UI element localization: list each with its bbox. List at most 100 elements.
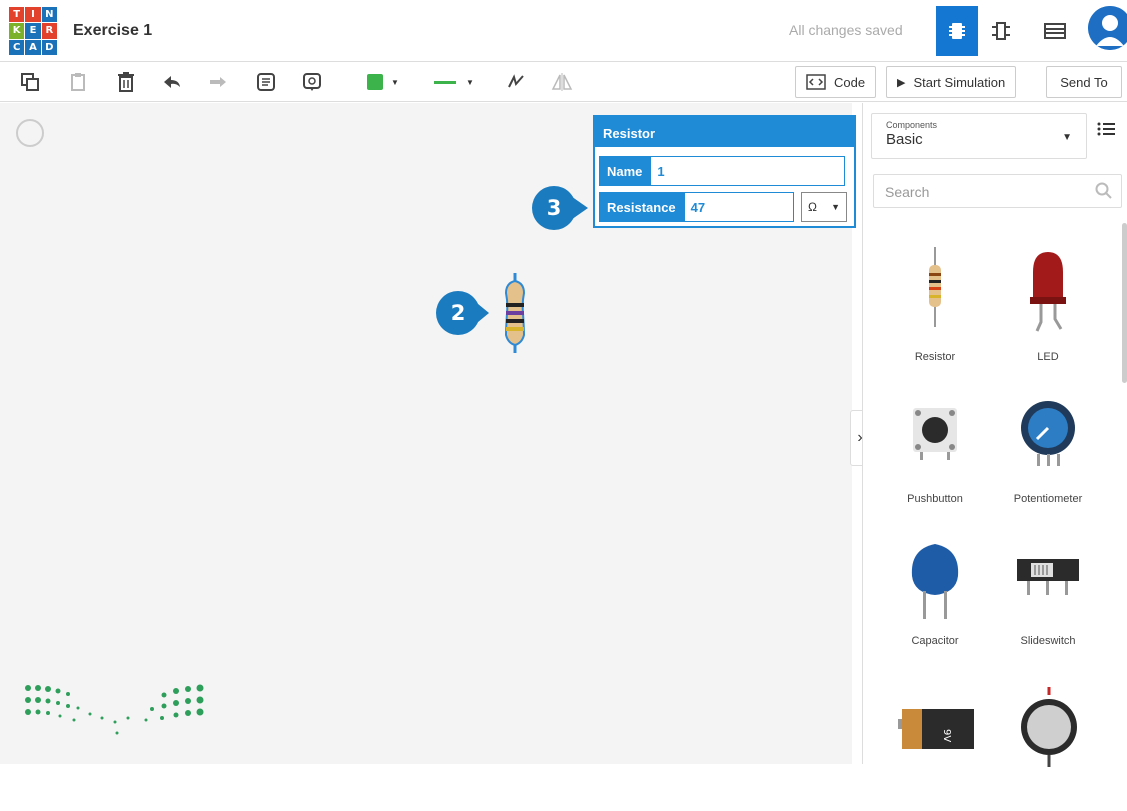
wire-color-picker[interactable]: ▼ [426, 68, 482, 96]
component-label: Capacitor [911, 635, 959, 647]
name-row: Name 1 [599, 156, 846, 186]
mirror-icon [551, 73, 573, 91]
pushbutton-icon [913, 408, 957, 460]
logo-letter: I [25, 7, 41, 23]
resistor-component[interactable] [500, 273, 530, 353]
chevron-down-icon: ▼ [1062, 132, 1072, 143]
delete-button[interactable] [112, 68, 140, 96]
search-input[interactable]: Search [873, 174, 1122, 208]
component-label: LED [1037, 351, 1059, 363]
fit-view-icon[interactable] [16, 119, 44, 147]
chevron-down-icon: ▼ [831, 202, 840, 212]
chevron-down-icon: ▼ [391, 77, 399, 87]
chevron-down-icon: ▼ [466, 77, 474, 87]
code-label: Code [834, 74, 866, 90]
callout-number: 2 [450, 301, 466, 325]
battery-icon: 9V [898, 709, 974, 749]
paste-icon [71, 73, 85, 91]
copy-button[interactable] [16, 68, 44, 96]
circuit-view-icon [949, 23, 965, 39]
circuit-view-button[interactable] [936, 6, 978, 56]
slideswitch-icon [1017, 559, 1079, 595]
logo-letter: K [9, 23, 25, 39]
user-avatar[interactable] [1088, 6, 1127, 50]
simulate-label: Start Simulation [913, 74, 1006, 90]
wire-type-button[interactable] [502, 68, 530, 96]
component-potentiometer[interactable]: Potentiometer [993, 385, 1103, 515]
potentiometer-icon [1021, 401, 1075, 466]
top-bar: T I N K E R C A D Exercise 1 All changes… [0, 0, 1127, 62]
components-caption: Components [886, 120, 938, 130]
resistance-row: Resistance 47 [599, 192, 794, 222]
send-to-button[interactable]: Send To [1046, 66, 1122, 98]
component-coin-cell[interactable] [993, 681, 1103, 811]
panel-scrollbar[interactable] [1122, 223, 1127, 383]
undo-button[interactable] [158, 68, 186, 96]
component-capacitor[interactable]: Capacitor [880, 527, 990, 657]
list-icon [1097, 122, 1115, 136]
logo-letter: A [25, 39, 41, 55]
schematic-view-icon [992, 22, 1010, 40]
schematic-view-button[interactable] [980, 6, 1022, 56]
component-list-button[interactable] [1034, 6, 1076, 56]
component-label: Potentiometer [1013, 493, 1083, 505]
user-icon [1088, 6, 1127, 50]
unit-value: Ω [808, 200, 817, 214]
notes-button[interactable] [252, 68, 280, 96]
resistor-icon [929, 247, 941, 327]
copy-icon [21, 73, 39, 91]
logo-letter: R [41, 23, 57, 39]
play-icon: ▶ [897, 76, 906, 89]
annotation-button[interactable] [298, 68, 326, 96]
search-placeholder: Search [885, 184, 930, 200]
wire-color-swatch [434, 80, 457, 84]
unit-select[interactable]: Ω ▼ [801, 192, 847, 222]
paste-button[interactable] [64, 68, 92, 96]
component-led[interactable]: LED [993, 243, 1103, 373]
logo-letter: T [9, 7, 25, 23]
resistance-input[interactable]: 47 [683, 192, 794, 222]
component-label: Slideswitch [1020, 635, 1076, 647]
component-battery-9v[interactable]: 9V [880, 681, 990, 811]
start-simulation-button[interactable]: ▶ Start Simulation [886, 66, 1017, 98]
save-status: All changes saved [789, 22, 903, 38]
trash-icon [118, 72, 134, 92]
mirror-button[interactable] [548, 68, 576, 96]
inspector-title: Resistor [595, 117, 854, 147]
resistance-label: Resistance [599, 192, 684, 222]
name-input[interactable]: 1 [650, 156, 846, 186]
search-icon [1095, 182, 1112, 199]
component-list-icon [1044, 23, 1066, 39]
components-dropdown[interactable]: Components Basic ▼ [871, 113, 1087, 159]
tinkercad-logo[interactable]: T I N K E R C A D [9, 7, 57, 55]
undo-icon [164, 76, 180, 88]
resistor-inspector: Resistor Name 1 Resistance 47 Ω ▼ [593, 115, 856, 228]
led-icon [1030, 252, 1066, 332]
logo-letter: C [9, 39, 25, 55]
redo-button[interactable] [204, 68, 232, 96]
fill-color-picker[interactable]: ▼ [360, 68, 406, 96]
component-label: Pushbutton [907, 493, 963, 505]
component-pushbutton[interactable]: Pushbutton [880, 385, 990, 515]
battery-label: 9V [941, 729, 952, 742]
design-title[interactable]: Exercise 1 [73, 22, 152, 40]
components-value: Basic [886, 131, 923, 148]
list-view-button[interactable] [1097, 121, 1123, 147]
edit-toolbar: ▼ ▼ Code ▶ Start Simulation Send To [0, 62, 1127, 102]
callout-2: 2 [434, 289, 489, 337]
coin-cell-icon [1021, 687, 1077, 767]
callout-3: 3 [530, 184, 588, 232]
note-icon [257, 73, 275, 91]
code-button[interactable]: Code [795, 66, 877, 98]
logo-letter: D [41, 39, 57, 55]
name-label: Name [599, 156, 651, 186]
callout-number: 3 [546, 196, 562, 220]
component-slideswitch[interactable]: Slideswitch [993, 527, 1103, 657]
wire-type-icon [508, 74, 524, 88]
components-panel: Components Basic ▼ Search Resistor LED P… [862, 103, 1127, 767]
vision-emblem-logo [25, 684, 204, 735]
redo-icon [210, 77, 226, 87]
logo-letter: E [25, 23, 41, 39]
component-resistor[interactable]: Resistor [880, 243, 990, 373]
component-label: Resistor [914, 351, 956, 363]
